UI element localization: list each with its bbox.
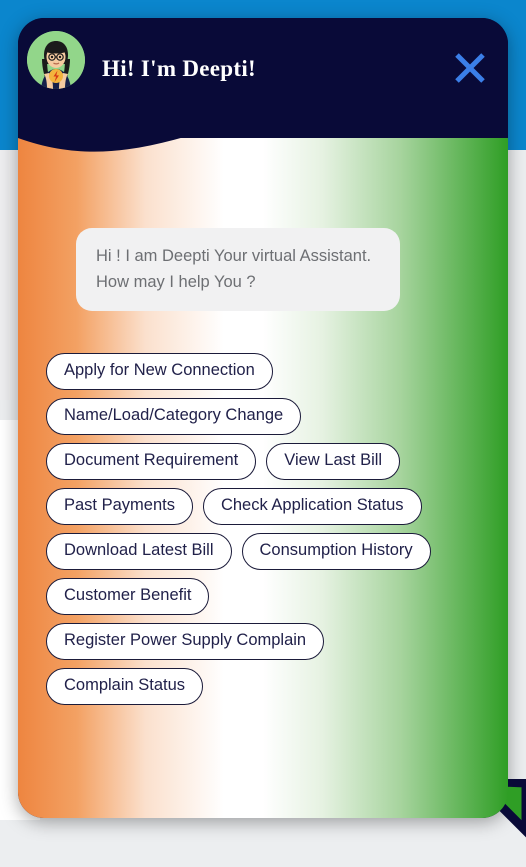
quick-reply-row: Download Latest Bill Consumption History xyxy=(46,532,466,570)
quick-reply-row: Register Power Supply Complain xyxy=(46,622,466,660)
quick-reply-chip[interactable]: Register Power Supply Complain xyxy=(46,622,325,660)
quick-reply-chip[interactable]: Apply for New Connection xyxy=(46,353,273,390)
assistant-avatar-icon xyxy=(27,31,85,89)
quick-reply-chip[interactable]: Consumption History xyxy=(241,532,431,570)
quick-reply-chip[interactable]: Download Latest Bill xyxy=(46,532,232,570)
chat-content: Hi ! I am Deepti Your virtual Assistant.… xyxy=(18,168,508,818)
quick-reply-chip[interactable]: Complain Status xyxy=(46,667,204,705)
quick-reply-chip[interactable]: Name/Load/Category Change xyxy=(46,397,302,435)
quick-reply-row: Customer Benefit xyxy=(46,577,466,615)
quick-reply-chip[interactable]: Check Application Status xyxy=(202,487,422,525)
quick-reply-row: Past Payments Check Application Status xyxy=(46,487,466,525)
quick-reply-chip[interactable]: Past Payments xyxy=(46,487,193,525)
assistant-message-bubble: Hi ! I am Deepti Your virtual Assistant.… xyxy=(76,228,400,312)
quick-reply-chip[interactable]: Customer Benefit xyxy=(46,577,210,615)
quick-reply-chip[interactable]: View Last Bill xyxy=(266,442,401,480)
quick-reply-list: Apply for New Connection Name/Load/Catego… xyxy=(46,353,466,713)
quick-reply-row: Complain Status xyxy=(46,667,466,705)
assistant-message-line-1: Hi ! I am Deepti Your virtual Assistant. xyxy=(96,247,372,265)
chat-widget: Hi! I'm Deepti! Hi ! I am Deepti Your vi… xyxy=(18,18,526,838)
quick-reply-row: Document Requirement View Last Bill xyxy=(46,442,466,480)
quick-reply-chip[interactable]: Document Requirement xyxy=(46,442,257,480)
chat-header: Hi! I'm Deepti! xyxy=(18,18,508,138)
close-icon[interactable] xyxy=(450,48,490,88)
quick-reply-row: Name/Load/Category Change xyxy=(46,397,466,435)
page-title: Hi! I'm Deepti! xyxy=(102,56,256,81)
quick-reply-row: Apply for New Connection xyxy=(46,353,466,390)
assistant-message-line-2: How may I help You ? xyxy=(96,272,256,291)
